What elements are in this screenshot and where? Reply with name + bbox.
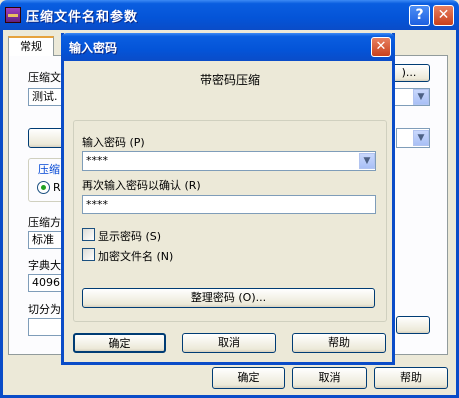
confirm-password-label: 再次输入密码以确认 (R) [82, 179, 201, 192]
main-help-button[interactable]: 帮助 [374, 367, 448, 389]
dialog-ok-button[interactable]: 确定 [73, 333, 166, 353]
dialog-help-button[interactable]: 帮助 [292, 333, 386, 353]
dictionary-size-label: 字典大 [28, 259, 61, 272]
archive-name-dropdown-icon[interactable]: ▼ [413, 89, 429, 105]
main-cancel-button[interactable]: 取消 [292, 367, 367, 389]
password-input[interactable]: **** [82, 151, 376, 171]
format-rar-radio[interactable] [37, 181, 50, 194]
password-value: **** [86, 154, 108, 167]
password-history-dropdown-icon[interactable]: ▼ [359, 153, 375, 169]
format-rar-label: R [53, 181, 61, 194]
main-ok-button[interactable]: 确定 [212, 367, 285, 389]
split-volume-label: 切分为 [28, 303, 61, 316]
winrar-app-icon [5, 7, 21, 23]
close-title-button[interactable]: ✕ [433, 5, 454, 26]
dialog-close-icon[interactable]: ✕ [371, 37, 391, 57]
password-dialog-title-bar: 输入密码 [61, 33, 395, 61]
encrypt-file-names-checkbox[interactable] [82, 248, 95, 261]
dialog-cancel-button[interactable]: 取消 [182, 333, 276, 353]
tab-general[interactable]: 常规 [8, 36, 54, 56]
update-mode-dropdown-icon[interactable]: ▼ [413, 130, 429, 146]
confirm-password-value: **** [86, 198, 108, 211]
main-title-bar: 压缩文件名和参数 ? ✕ [0, 0, 459, 30]
help-title-button[interactable]: ? [409, 5, 430, 26]
dialog-subtitle: 带密码压缩 [200, 73, 261, 87]
archive-format-label: 压缩 [36, 161, 62, 177]
archive-name-value: 测试. [32, 90, 58, 103]
password-label: 输入密码 (P) [82, 136, 145, 149]
compression-method-value: 标准 [32, 233, 54, 246]
password-dialog-title: 输入密码 [69, 41, 118, 55]
organize-passwords-button[interactable]: 整理密码 (O)... [82, 288, 375, 308]
confirm-password-input[interactable]: **** [82, 195, 376, 214]
dictionary-size-value: 4096 [32, 276, 60, 289]
encrypt-file-names-label: 加密文件名 (N) [98, 250, 174, 263]
show-password-label: 显示密码 (S) [98, 230, 162, 243]
set-password-button[interactable] [396, 316, 430, 334]
main-window-title: 压缩文件名和参数 [26, 10, 139, 25]
archive-name-label: 压缩文 [28, 71, 61, 84]
compression-method-label: 压缩方 [28, 216, 61, 229]
show-password-checkbox[interactable] [82, 228, 95, 241]
